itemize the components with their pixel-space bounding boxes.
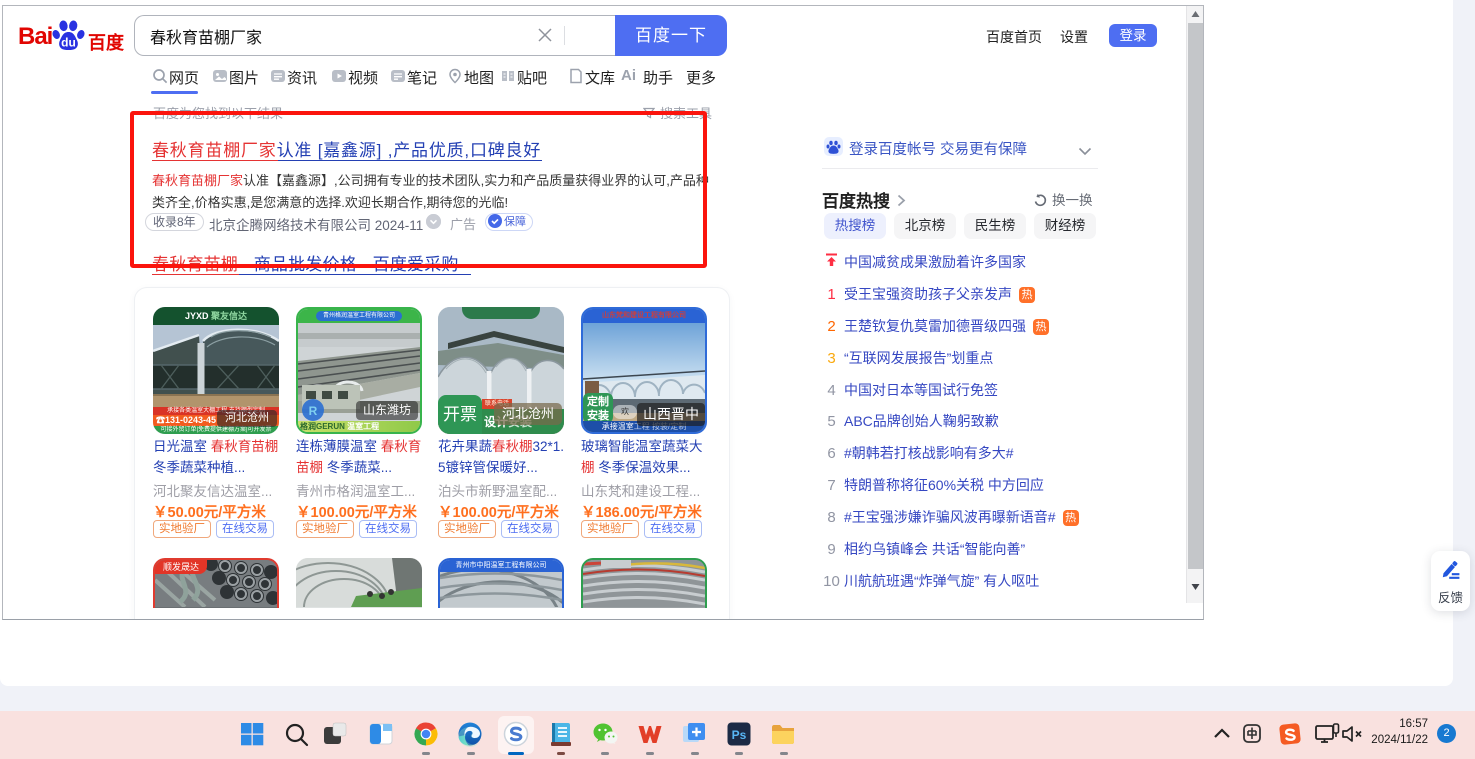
svg-text:Ps: Ps — [732, 728, 747, 742]
svg-text:du: du — [61, 36, 76, 50]
svg-text:R: R — [309, 404, 318, 418]
